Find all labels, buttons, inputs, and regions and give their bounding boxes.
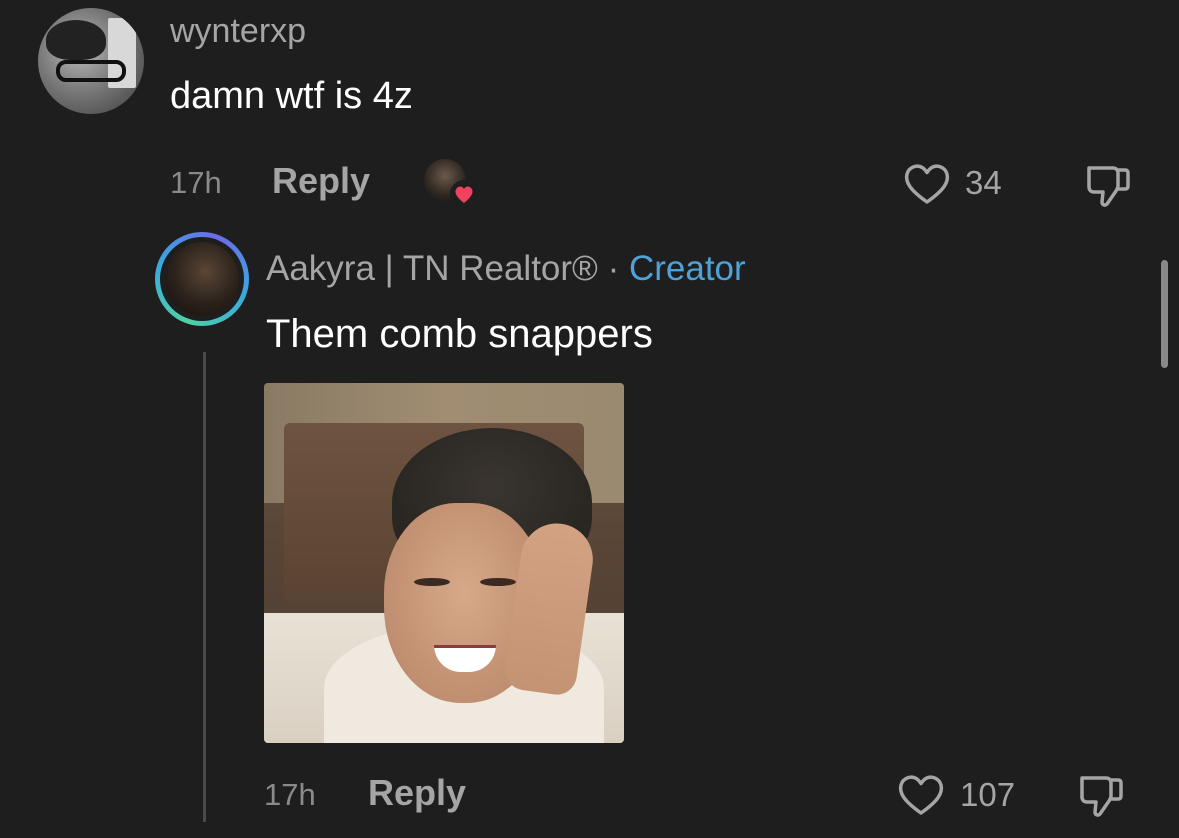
heart-outline-icon — [898, 775, 944, 815]
reply-like-count: 107 — [960, 776, 1016, 813]
thread-line — [203, 352, 206, 822]
reply-username[interactable]: Aakyra | TN Realtor® — [266, 249, 598, 288]
comment-text: damn wtf is 4z — [170, 75, 413, 117]
commenter-avatar[interactable] — [38, 8, 144, 114]
image-eye-right — [480, 578, 516, 586]
reply-dislike-button[interactable] — [1076, 770, 1126, 820]
thumbs-down-icon — [1087, 166, 1130, 207]
like-button[interactable] — [902, 162, 952, 206]
heart-outline-icon — [904, 164, 950, 204]
creator-badge: Creator — [628, 249, 746, 288]
reply-timestamp: 17h — [264, 777, 316, 812]
creator-avatar-image — [165, 242, 239, 316]
image-eye-left — [414, 578, 450, 586]
dislike-button[interactable] — [1083, 160, 1133, 210]
reply-like-button[interactable] — [896, 773, 946, 817]
separator-dot: · — [607, 249, 620, 288]
commenter-username[interactable]: wynterxp — [170, 12, 306, 51]
reply-reply-button[interactable]: Reply — [368, 772, 466, 814]
reaction-image[interactable] — [264, 383, 624, 743]
thumbs-down-icon — [1080, 776, 1123, 817]
scrollbar[interactable] — [1161, 260, 1168, 368]
reply-text: Them comb snappers — [266, 312, 653, 356]
heart-badge-icon — [449, 180, 479, 208]
avatar-glasses-shape — [56, 60, 126, 82]
reply-author-line: Aakyra | TN Realtor® · Creator — [266, 249, 746, 289]
creator-avatar[interactable] — [155, 232, 249, 326]
avatar-hair-shape — [46, 20, 106, 60]
reply-button[interactable]: Reply — [272, 160, 370, 202]
comment-timestamp: 17h — [170, 165, 222, 200]
avatar-ring-gap — [160, 237, 244, 321]
like-count: 34 — [965, 164, 1002, 201]
